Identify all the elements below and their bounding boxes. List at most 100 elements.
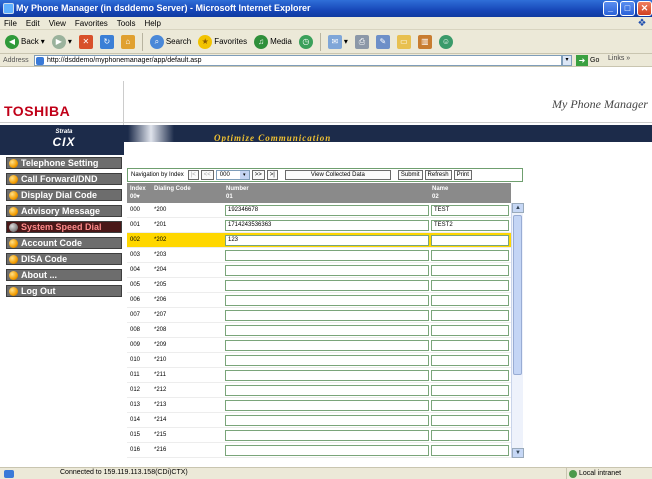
maximize-button[interactable]: □ [620, 1, 635, 16]
header-dialing-code: Dialing Code [154, 185, 191, 193]
name-input[interactable] [431, 280, 509, 291]
sidebar-item-label: Display Dial Code [21, 190, 98, 200]
menu-edit[interactable]: Edit [26, 19, 40, 28]
scroll-thumb[interactable] [513, 215, 522, 375]
address-dropdown[interactable]: ▾ [562, 55, 572, 66]
menu-view[interactable]: View [49, 19, 66, 28]
name-input[interactable] [431, 400, 509, 411]
name-input[interactable] [431, 340, 509, 351]
forward-button[interactable]: ▶ ▾ [50, 32, 74, 52]
print-button[interactable]: Print [453, 170, 472, 180]
sidebar-item-disa-code[interactable]: DISA Code [6, 253, 122, 265]
number-input[interactable] [225, 250, 429, 261]
home-button[interactable]: ⌂ [119, 32, 137, 52]
refresh-button[interactable]: ↻ [98, 32, 116, 52]
first-page-button[interactable]: |< [187, 170, 199, 180]
number-input[interactable]: 192346678 [225, 205, 429, 216]
minimize-button[interactable]: _ [603, 1, 618, 16]
search-button[interactable]: ⌕ Search [148, 32, 193, 52]
stop-button[interactable]: ✕ [77, 32, 95, 52]
number-input[interactable] [225, 385, 429, 396]
number-input[interactable] [225, 400, 429, 411]
sidebar-item-advisory-message[interactable]: Advisory Message [6, 205, 122, 217]
next-page-button[interactable]: >> [251, 170, 265, 180]
number-input[interactable]: 1714243536363 [225, 220, 429, 231]
address-input[interactable]: http://dsddemo/myphonemanager/app/defaul… [34, 55, 562, 66]
favorites-button[interactable]: ★ Favorites [196, 32, 249, 52]
name-input[interactable]: TEST2 [431, 220, 509, 231]
number-input[interactable] [225, 355, 429, 366]
sidebar-item-telephone-setting[interactable]: Telephone Setting [6, 157, 122, 169]
address-url: http://dsddemo/myphonemanager/app/defaul… [47, 57, 202, 64]
number-input[interactable] [225, 280, 429, 291]
name-input[interactable] [431, 265, 509, 276]
submit-button[interactable]: Submit [397, 170, 423, 180]
view-collected-data-button[interactable]: View Collected Data [284, 170, 391, 180]
mail-button[interactable]: ✉ ▾ [326, 32, 350, 52]
research-button[interactable]: ▥ [416, 32, 434, 52]
name-input[interactable] [431, 325, 509, 336]
windows-logo-icon: ❖ [637, 18, 647, 29]
security-zone: Local intranet [566, 468, 621, 479]
name-input[interactable] [431, 250, 509, 261]
go-button[interactable]: ➜ Go [576, 55, 599, 66]
name-input[interactable] [431, 310, 509, 321]
folder-button[interactable]: ▭ [395, 32, 413, 52]
header-index[interactable]: Index 00▾ [130, 185, 146, 201]
name-input[interactable] [431, 445, 509, 456]
menu-file[interactable]: File [4, 19, 17, 28]
media-button[interactable]: ♫ Media [252, 32, 294, 52]
links-label: Links [608, 55, 625, 62]
menu-favorites[interactable]: Favorites [75, 19, 108, 28]
sidebar-item-call-forward-dnd[interactable]: Call Forward/DND [6, 173, 122, 185]
sidebar-item-account-code[interactable]: Account Code [6, 237, 122, 249]
links-button[interactable]: Links » [608, 55, 630, 62]
last-page-button[interactable]: >| [266, 170, 278, 180]
refresh-page-button[interactable]: Refresh [424, 170, 452, 180]
menu-tools[interactable]: Tools [117, 19, 136, 28]
number-input[interactable] [225, 295, 429, 306]
number-input[interactable] [225, 445, 429, 456]
row-index: 013 [130, 402, 141, 408]
sidebar-item-label: Advisory Message [21, 206, 101, 216]
history-button[interactable]: ◷ [297, 32, 315, 52]
number-input[interactable] [225, 340, 429, 351]
scroll-up-arrow-icon[interactable]: ▲ [512, 203, 524, 213]
scroll-down-arrow-icon[interactable]: ▼ [512, 448, 524, 458]
bullet-icon [9, 191, 18, 200]
name-input[interactable] [431, 295, 509, 306]
number-input[interactable] [225, 415, 429, 426]
banner-lower-area [124, 142, 652, 155]
chevron-down-icon: ▾ [343, 37, 348, 46]
number-input[interactable] [225, 430, 429, 441]
messenger-button[interactable]: ☺ [437, 32, 455, 52]
name-input[interactable] [431, 430, 509, 441]
name-input[interactable] [431, 385, 509, 396]
edit-button[interactable]: ✎ [374, 32, 392, 52]
number-input[interactable] [225, 265, 429, 276]
number-input[interactable] [225, 370, 429, 381]
back-button[interactable]: ◀ Back ▾ [3, 32, 47, 52]
table-row: 013 *213 [127, 398, 511, 413]
name-input[interactable]: TEST [431, 205, 509, 216]
print-toolbar-button[interactable]: ⎙ [353, 32, 371, 52]
name-input[interactable] [431, 370, 509, 381]
sidebar-item-log-out[interactable]: Log Out [6, 285, 122, 297]
name-input[interactable] [431, 415, 509, 426]
close-button[interactable]: ✕ [637, 1, 652, 16]
sidebar-item-about[interactable]: About ... [6, 269, 122, 281]
number-input[interactable] [225, 310, 429, 321]
number-input[interactable] [225, 325, 429, 336]
sidebar-item-system-speed-dial[interactable]: System Speed Dial [6, 221, 122, 233]
table-row: 000 *200 192346678 TEST [127, 203, 511, 218]
row-dialing-code: *214 [154, 417, 167, 423]
prev-page-button[interactable]: << [200, 170, 214, 180]
menu-help[interactable]: Help [144, 19, 160, 28]
number-input[interactable]: 123 [225, 235, 429, 246]
sidebar-item-display-dial-code[interactable]: Display Dial Code [6, 189, 122, 201]
name-input[interactable] [431, 235, 509, 246]
search-icon: ⌕ [149, 34, 164, 49]
table-scrollbar[interactable]: ▲ ▼ [511, 203, 524, 458]
index-select[interactable]: 000 ▾ [215, 170, 250, 180]
name-input[interactable] [431, 355, 509, 366]
